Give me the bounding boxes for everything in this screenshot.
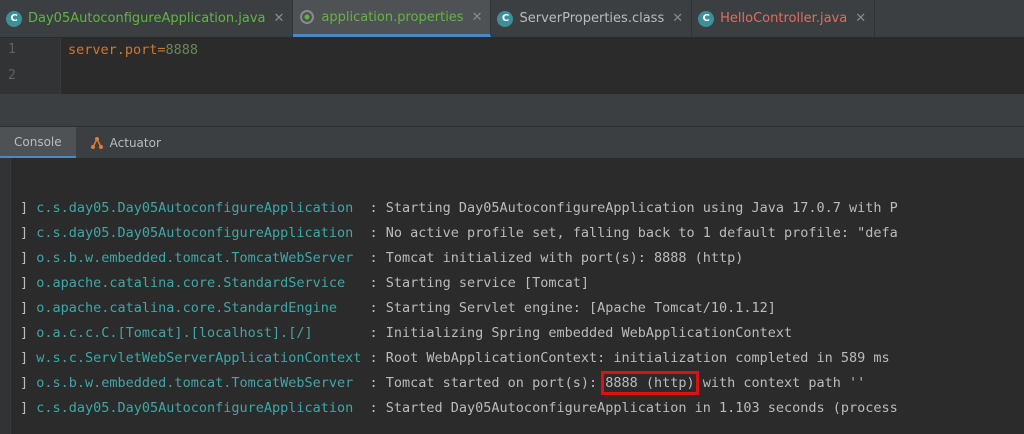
log-prefix: ]	[20, 250, 37, 266]
log-prefix: ]	[20, 325, 37, 341]
log-line: ] w.s.c.ServletWebServerApplicationConte…	[20, 348, 890, 368]
code-editor[interactable]: 1 2 server.port=8888	[0, 38, 1024, 94]
tool-window-tabs: Console Actuator	[0, 126, 1024, 159]
logger-name[interactable]: w.s.c.ServletWebServerApplicationContext	[36, 350, 361, 366]
tab-actuator[interactable]: Actuator	[76, 127, 175, 159]
tab-console[interactable]: Console	[0, 127, 76, 159]
log-prefix: ]	[20, 225, 37, 241]
console-gutter	[0, 158, 11, 434]
log-message: Tomcat initialized with port(s): 8888 (h…	[385, 250, 744, 266]
close-icon[interactable]: ✕	[273, 11, 284, 26]
tab-label: Day05AutoconfigureApplication.java	[28, 11, 266, 26]
tab-application-properties[interactable]: application.properties ✕	[293, 0, 492, 37]
log-message: Initializing Spring embedded WebApplicat…	[385, 325, 793, 341]
log-line: ] o.s.b.w.embedded.tomcat.TomcatWebServe…	[20, 248, 743, 268]
property-key: server.port	[68, 42, 158, 58]
console-output[interactable]: ] c.s.day05.Day05AutoconfigureApplicatio…	[0, 158, 1024, 434]
log-separator: :	[361, 300, 386, 316]
logger-name[interactable]: c.s.day05.Day05AutoconfigureApplication	[36, 200, 361, 216]
property-value: 8888	[165, 42, 199, 58]
logger-name[interactable]: o.s.b.w.embedded.tomcat.TomcatWebServer	[36, 250, 361, 266]
tab-label: HelloController.java	[720, 11, 848, 26]
log-separator: :	[361, 200, 386, 216]
log-prefix: ]	[20, 375, 37, 391]
log-line: ] c.s.day05.Day05AutoconfigureApplicatio…	[20, 398, 898, 418]
log-line: ] o.apache.catalina.core.StandardService…	[20, 273, 589, 293]
close-icon[interactable]: ✕	[855, 11, 866, 26]
log-line: ] o.apache.catalina.core.StandardEngine …	[20, 298, 776, 318]
log-message: No active profile set, falling back to 1…	[385, 225, 898, 241]
log-message: Starting Servlet engine: [Apache Tomcat/…	[385, 300, 776, 316]
line-number: 1	[8, 42, 16, 57]
log-message: Tomcat started on port(s):	[385, 375, 606, 391]
log-prefix: ]	[20, 300, 37, 316]
log-line: ] c.s.day05.Day05AutoconfigureApplicatio…	[20, 198, 898, 218]
editor-tab-bar: C Day05AutoconfigureApplication.java ✕ a…	[0, 0, 1024, 38]
class-file-icon: C	[497, 10, 514, 27]
logger-name[interactable]: c.s.day05.Day05AutoconfigureApplication	[36, 225, 361, 241]
log-prefix: ]	[20, 400, 37, 416]
highlighted-port: 8888 (http)	[601, 371, 699, 395]
log-line: ] o.a.c.c.C.[Tomcat].[localhost].[/] : I…	[20, 323, 792, 343]
close-icon[interactable]: ✕	[472, 10, 483, 25]
log-prefix: ]	[20, 350, 37, 366]
spring-properties-icon	[299, 9, 315, 25]
tab-label: application.properties	[321, 9, 464, 25]
property-equals: =	[157, 42, 166, 58]
log-separator: :	[361, 250, 386, 266]
tab-hello-controller[interactable]: C HelloController.java ✕	[692, 0, 876, 37]
log-line: ] c.s.day05.Day05AutoconfigureApplicatio…	[20, 223, 898, 243]
log-separator: :	[361, 325, 386, 341]
log-separator: :	[361, 225, 386, 241]
tab-label: Console	[14, 134, 62, 149]
log-separator: :	[361, 400, 386, 416]
logger-name[interactable]: o.apache.catalina.core.StandardService	[36, 275, 361, 291]
line-number: 2	[8, 68, 16, 83]
line-number-gutter: 1 2	[0, 38, 61, 94]
logger-name[interactable]: o.a.c.c.C.[Tomcat].[localhost].[/]	[36, 325, 361, 341]
log-separator: :	[361, 350, 386, 366]
log-message: Started Day05AutoconfigureApplication in…	[385, 400, 898, 416]
log-prefix: ]	[20, 275, 37, 291]
tab-server-properties-class[interactable]: C ServerProperties.class ✕	[491, 0, 693, 37]
log-message: with context path ''	[694, 375, 866, 391]
actuator-icon	[90, 136, 104, 150]
log-separator: :	[361, 275, 386, 291]
tab-day05-autoconfigure-application[interactable]: C Day05AutoconfigureApplication.java ✕	[0, 0, 294, 37]
log-separator: :	[361, 375, 386, 391]
tab-label: Actuator	[109, 136, 161, 150]
logger-name[interactable]: o.s.b.w.embedded.tomcat.TomcatWebServer	[36, 375, 361, 391]
close-icon[interactable]: ✕	[672, 11, 683, 26]
log-message: Starting service [Tomcat]	[385, 275, 589, 291]
java-class-icon: C	[6, 10, 22, 27]
log-prefix: ]	[20, 200, 37, 216]
logger-name[interactable]: c.s.day05.Day05AutoconfigureApplication	[36, 400, 361, 416]
java-class-icon: C	[698, 10, 715, 27]
log-message: Starting Day05AutoconfigureApplication u…	[385, 200, 898, 216]
log-message: Root WebApplicationContext: initializati…	[385, 350, 890, 366]
tab-label: ServerProperties.class	[519, 11, 665, 26]
code-line-1[interactable]: server.port=8888	[68, 42, 198, 58]
log-line: ] o.s.b.w.embedded.tomcat.TomcatWebServe…	[20, 371, 866, 395]
panel-divider	[0, 94, 1024, 126]
logger-name[interactable]: o.apache.catalina.core.StandardEngine	[36, 300, 361, 316]
